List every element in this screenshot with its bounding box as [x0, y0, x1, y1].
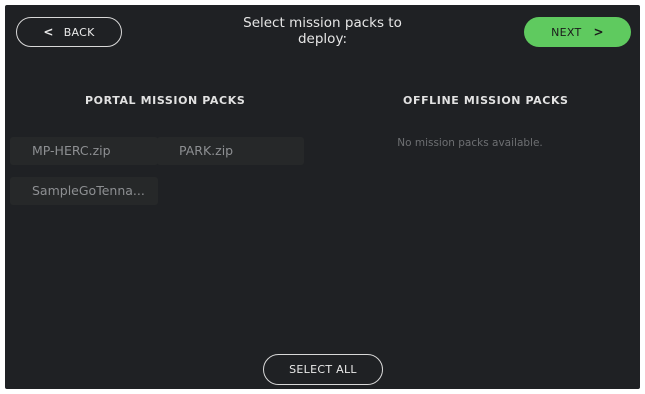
chevron-left-icon: < [43, 25, 54, 39]
portal-pack-item[interactable]: MP-HERC.zip [10, 137, 158, 165]
page-title-line1: Select mission packs to [243, 15, 402, 31]
offline-mission-packs-header: OFFLINE MISSION PACKS [403, 94, 569, 107]
portal-pack-label: MP-HERC.zip [32, 143, 111, 158]
portal-pack-label: PARK.zip [179, 143, 234, 158]
back-button[interactable]: < BACK [16, 17, 122, 47]
portal-pack-item[interactable]: SampleGoTenna... [10, 177, 158, 205]
portal-mission-packs-header: PORTAL MISSION PACKS [85, 94, 246, 107]
back-button-label: BACK [63, 25, 95, 39]
select-all-label: SELECT ALL [289, 363, 357, 376]
mission-pack-screen: < BACK Select mission packs to deploy: N… [5, 5, 640, 389]
chevron-right-icon: > [593, 25, 604, 39]
next-button[interactable]: NEXT > [524, 17, 631, 47]
next-button-label: NEXT [551, 25, 582, 39]
select-all-button[interactable]: SELECT ALL [263, 354, 383, 385]
offline-empty-message: No mission packs available. [397, 137, 543, 149]
portal-pack-item[interactable]: PARK.zip [157, 137, 304, 165]
portal-pack-label: SampleGoTenna... [32, 183, 145, 198]
page-title: Select mission packs to deploy: [205, 15, 440, 47]
page-title-line2: deploy: [297, 31, 347, 47]
